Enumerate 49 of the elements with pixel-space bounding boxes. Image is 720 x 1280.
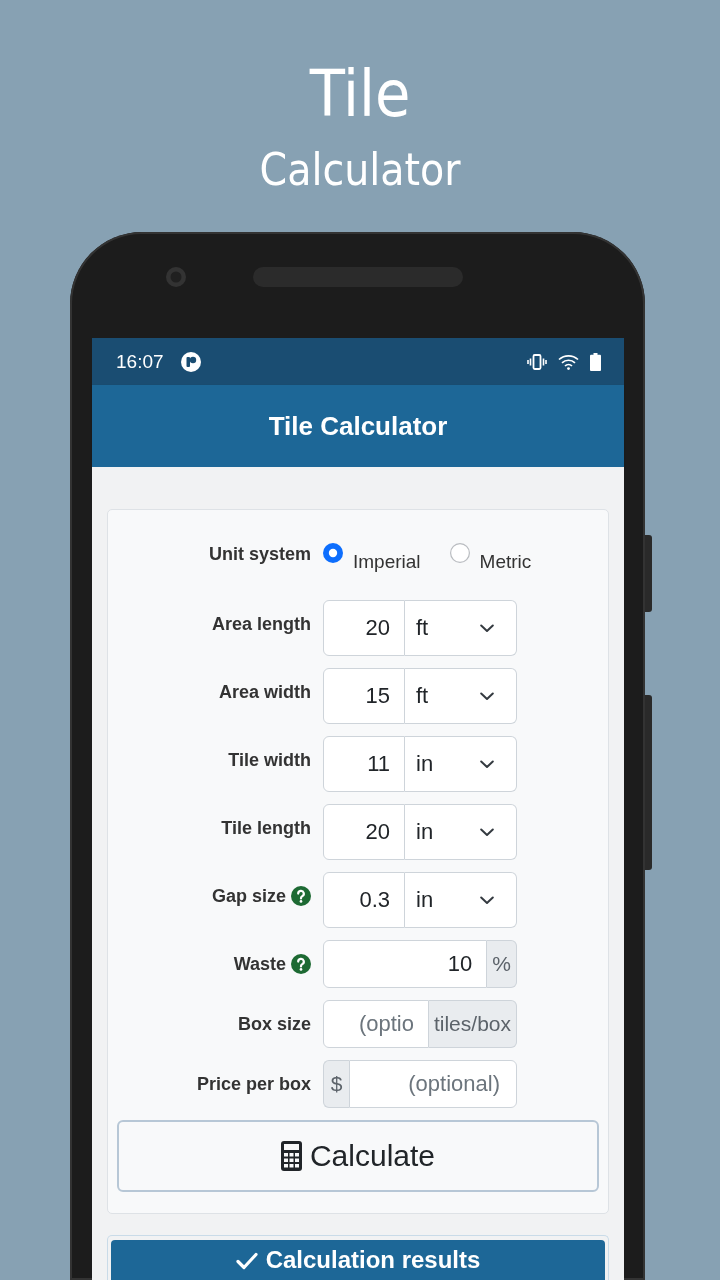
field-label: Area width	[219, 681, 311, 704]
number-input[interactable]: 11	[323, 736, 405, 792]
number-input[interactable]: 20	[323, 804, 405, 860]
front-camera-icon	[166, 267, 186, 287]
unit-select[interactable]: ft	[405, 600, 517, 656]
radio-button[interactable]	[323, 543, 343, 563]
radio-label: Imperial	[353, 550, 421, 574]
field-label: Unit system	[208, 543, 311, 566]
vibrate-icon	[527, 353, 547, 370]
promo-subtitle: Calculator	[259, 143, 461, 197]
field-label: Waste	[233, 953, 286, 976]
unit-addon: %	[487, 940, 517, 988]
field-label: Tile width	[228, 749, 311, 772]
field-label: Price per box	[196, 1073, 311, 1096]
unit-select[interactable]: ft	[405, 668, 517, 724]
chevron-down-icon	[480, 895, 494, 905]
chevron-down-icon	[480, 827, 494, 837]
number-input[interactable]: 0.3	[323, 872, 405, 928]
field-label: Area length	[211, 613, 311, 636]
battery-icon	[590, 352, 601, 371]
number-input[interactable]: 15	[323, 668, 405, 724]
check-icon	[235, 1252, 258, 1270]
unit-select[interactable]: in	[405, 872, 517, 928]
field-label: Gap size	[211, 885, 286, 908]
calculator-icon	[280, 1141, 302, 1171]
chevron-down-icon	[480, 759, 494, 769]
number-input[interactable]: 20	[323, 600, 405, 656]
field-label: Box size	[237, 1013, 311, 1036]
field-label: Tile length	[221, 817, 311, 840]
text-input[interactable]: 10	[323, 940, 488, 988]
text-input[interactable]: (optio	[323, 1000, 429, 1048]
chevron-down-icon	[480, 623, 494, 633]
results-header-button[interactable]: Calculation results	[111, 1240, 605, 1280]
status-time: 16:07	[116, 350, 164, 373]
radio-label: Metric	[479, 550, 532, 574]
unit-select[interactable]: in	[405, 736, 517, 792]
unit-addon: tiles/box	[428, 1000, 517, 1048]
promo-title: Tile	[309, 58, 411, 130]
currency-addon: $	[323, 1060, 349, 1108]
chevron-down-icon	[480, 691, 494, 701]
help-icon[interactable]	[291, 886, 311, 906]
text-input[interactable]: (optional)	[349, 1060, 517, 1108]
help-icon[interactable]	[291, 954, 311, 974]
wifi-icon	[558, 353, 579, 370]
calculate-button[interactable]: Calculate	[117, 1120, 599, 1192]
unit-select[interactable]: in	[405, 804, 517, 860]
radio-button[interactable]	[449, 543, 470, 563]
app-title: Tile Calculator	[268, 410, 448, 442]
circle-logo-icon	[180, 351, 201, 372]
